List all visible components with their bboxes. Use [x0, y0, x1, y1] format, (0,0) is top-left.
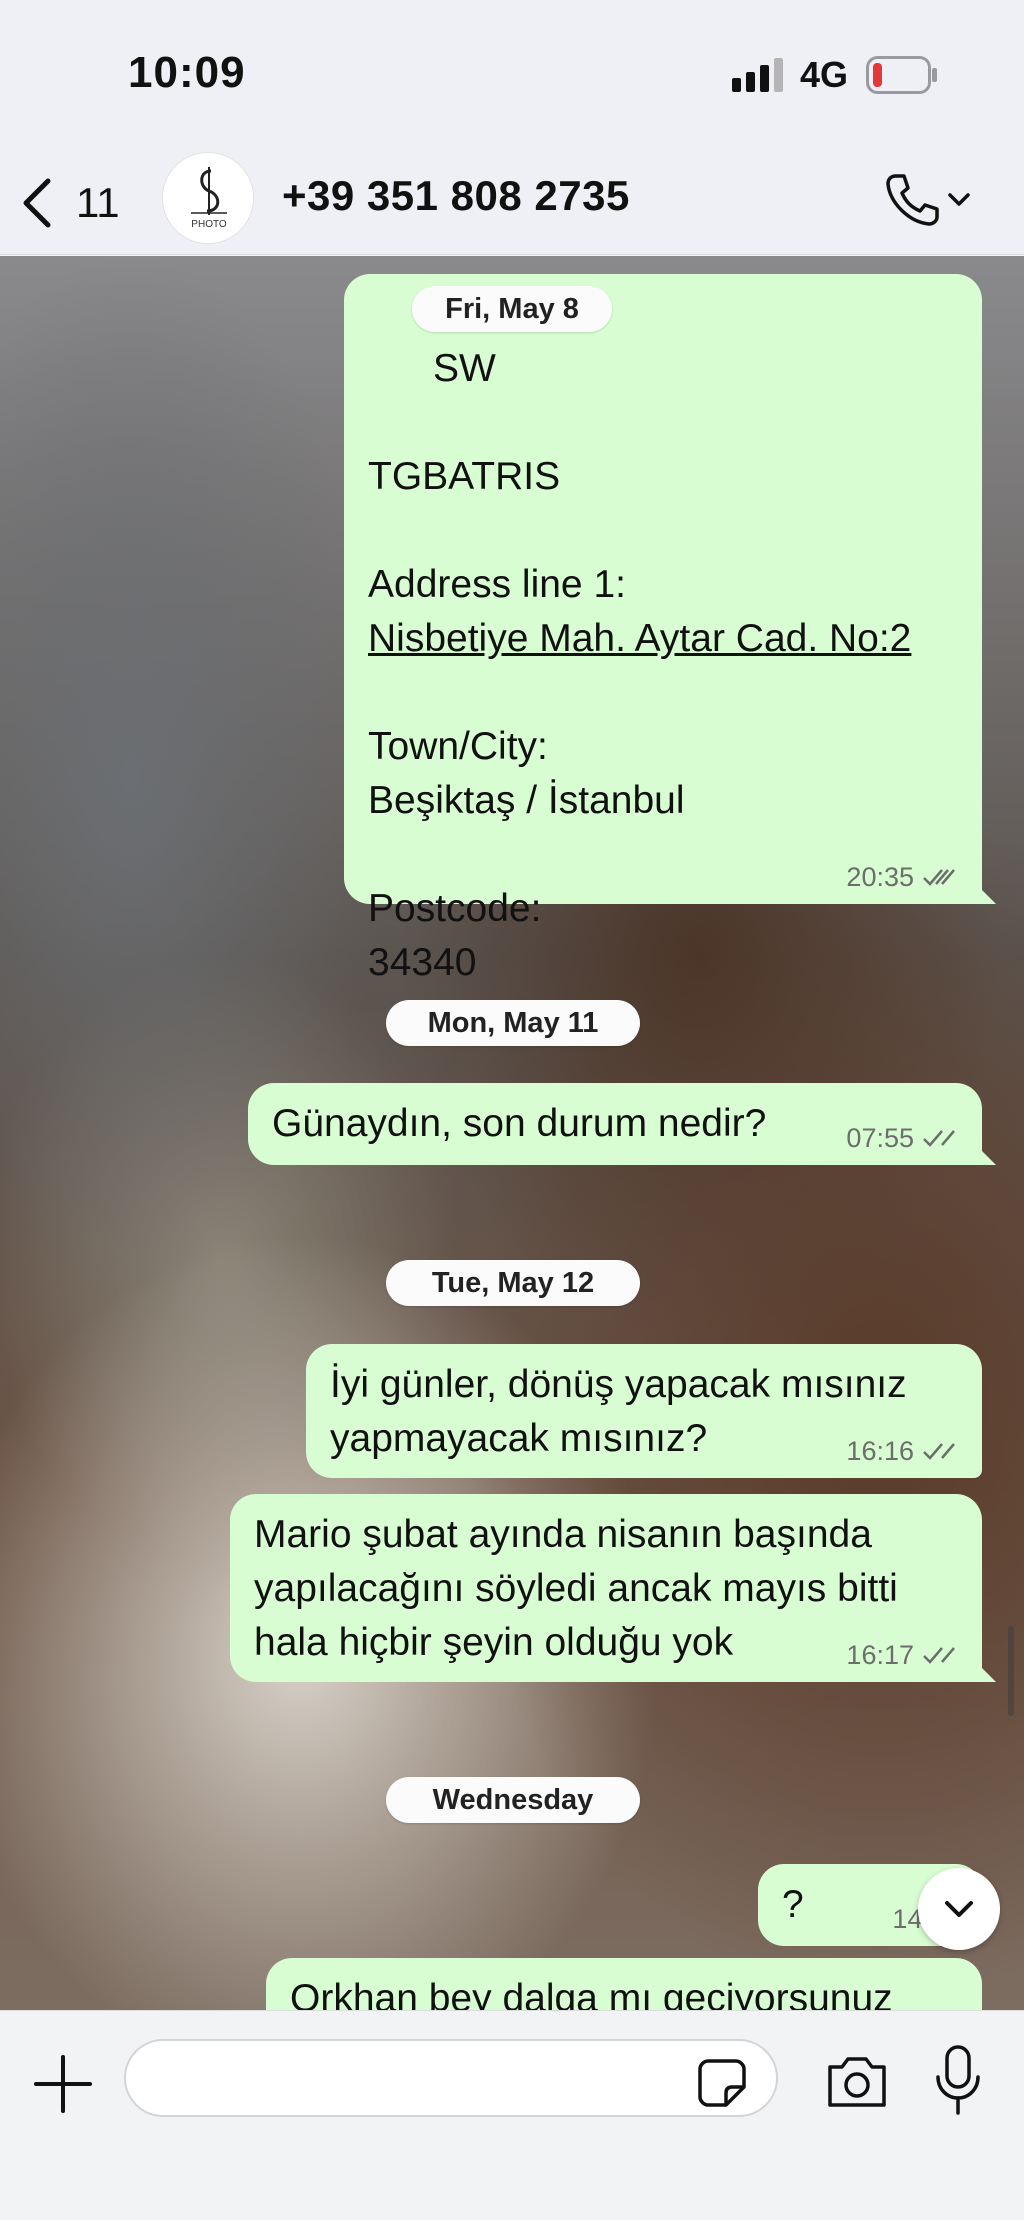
message-bubble-address[interactable]: SW TGBATRIS Address line 1: Nisbetiye Ma… — [344, 274, 996, 984]
address-label: Address line 1: — [368, 563, 626, 606]
date-pill: Wednesday — [386, 1777, 640, 1823]
chevron-down-icon — [945, 1901, 973, 1917]
microphone-icon[interactable] — [930, 2043, 986, 2117]
double-check-icon — [923, 869, 955, 886]
battery-low-icon — [866, 56, 937, 94]
avatar[interactable]: PHOTO — [162, 152, 254, 244]
double-check-icon — [923, 1647, 955, 1664]
double-check-icon — [923, 1443, 955, 1460]
chat-header: 11 PHOTO +39 351 808 2735 — [0, 150, 1024, 255]
plus-icon[interactable] — [28, 2049, 98, 2119]
sticker-icon[interactable] — [696, 2057, 748, 2109]
camera-icon[interactable] — [824, 2051, 890, 2111]
input-bar — [0, 2010, 1024, 2220]
back-button[interactable]: 11 — [18, 168, 128, 238]
phone-icon — [886, 174, 939, 226]
chat-area[interactable]: SW TGBATRIS Address line 1: Nisbetiye Ma… — [0, 256, 1024, 2010]
date-pill: Fri, May 8 — [412, 286, 612, 332]
message-bubble[interactable]: Günaydın, son durum nedir? 07:55 — [248, 1083, 996, 1165]
message-line-partial: SW — [433, 347, 496, 390]
date-pill: Mon, May 11 — [386, 1000, 640, 1046]
message-line: TGBATRIS — [368, 455, 561, 498]
message-text: Orkhan bey dalga mı geçiyorsunuz — [290, 1977, 893, 2010]
postcode-value: 34340 — [368, 941, 477, 984]
address-link[interactable]: Nisbetiye Mah. Aytar Cad. No:2 — [368, 612, 958, 666]
unread-count: 11 — [76, 179, 120, 226]
status-bar: 10:09 4G — [0, 0, 1024, 150]
message-meta: 20:35 — [846, 862, 960, 892]
message-bubble[interactable]: İyi günler, dönüş yapacak mısınız yapmay… — [306, 1344, 982, 1478]
chevron-left-icon — [23, 178, 51, 228]
network-label: 4G — [800, 54, 849, 95]
signal-bars-icon — [732, 58, 783, 92]
message-time: 20:35 — [846, 862, 914, 892]
town-value: Beşiktaş / İstanbul — [368, 779, 685, 822]
message-time: 16:16 — [846, 1436, 914, 1466]
double-check-icon — [923, 1130, 955, 1147]
message-meta: 16:16 — [846, 1436, 960, 1466]
message-time: 07:55 — [846, 1123, 914, 1153]
town-label: Town/City: — [368, 725, 548, 768]
status-time: 10:09 — [128, 48, 246, 97]
message-bubble[interactable]: Mario şubat ayında nisanın başında yapıl… — [230, 1494, 996, 1682]
chevron-down-icon — [948, 193, 970, 206]
message-meta: 07:55 — [846, 1123, 960, 1153]
contact-name[interactable]: +39 351 808 2735 — [282, 172, 630, 220]
call-button[interactable] — [880, 165, 990, 235]
date-pill: Tue, May 12 — [386, 1260, 640, 1306]
photo-logo-icon: PHOTO — [163, 153, 253, 243]
message-input[interactable] — [124, 2039, 778, 2117]
scroll-indicator[interactable] — [1008, 1626, 1014, 1716]
scroll-down-button[interactable] — [918, 1868, 1000, 1950]
svg-text:PHOTO: PHOTO — [191, 219, 227, 230]
message-meta: 16:17 — [846, 1640, 960, 1670]
message-time: 16:17 — [846, 1640, 914, 1670]
message-bubble[interactable]: Orkhan bey dalga mı geçiyorsunuz — [266, 1958, 982, 2010]
